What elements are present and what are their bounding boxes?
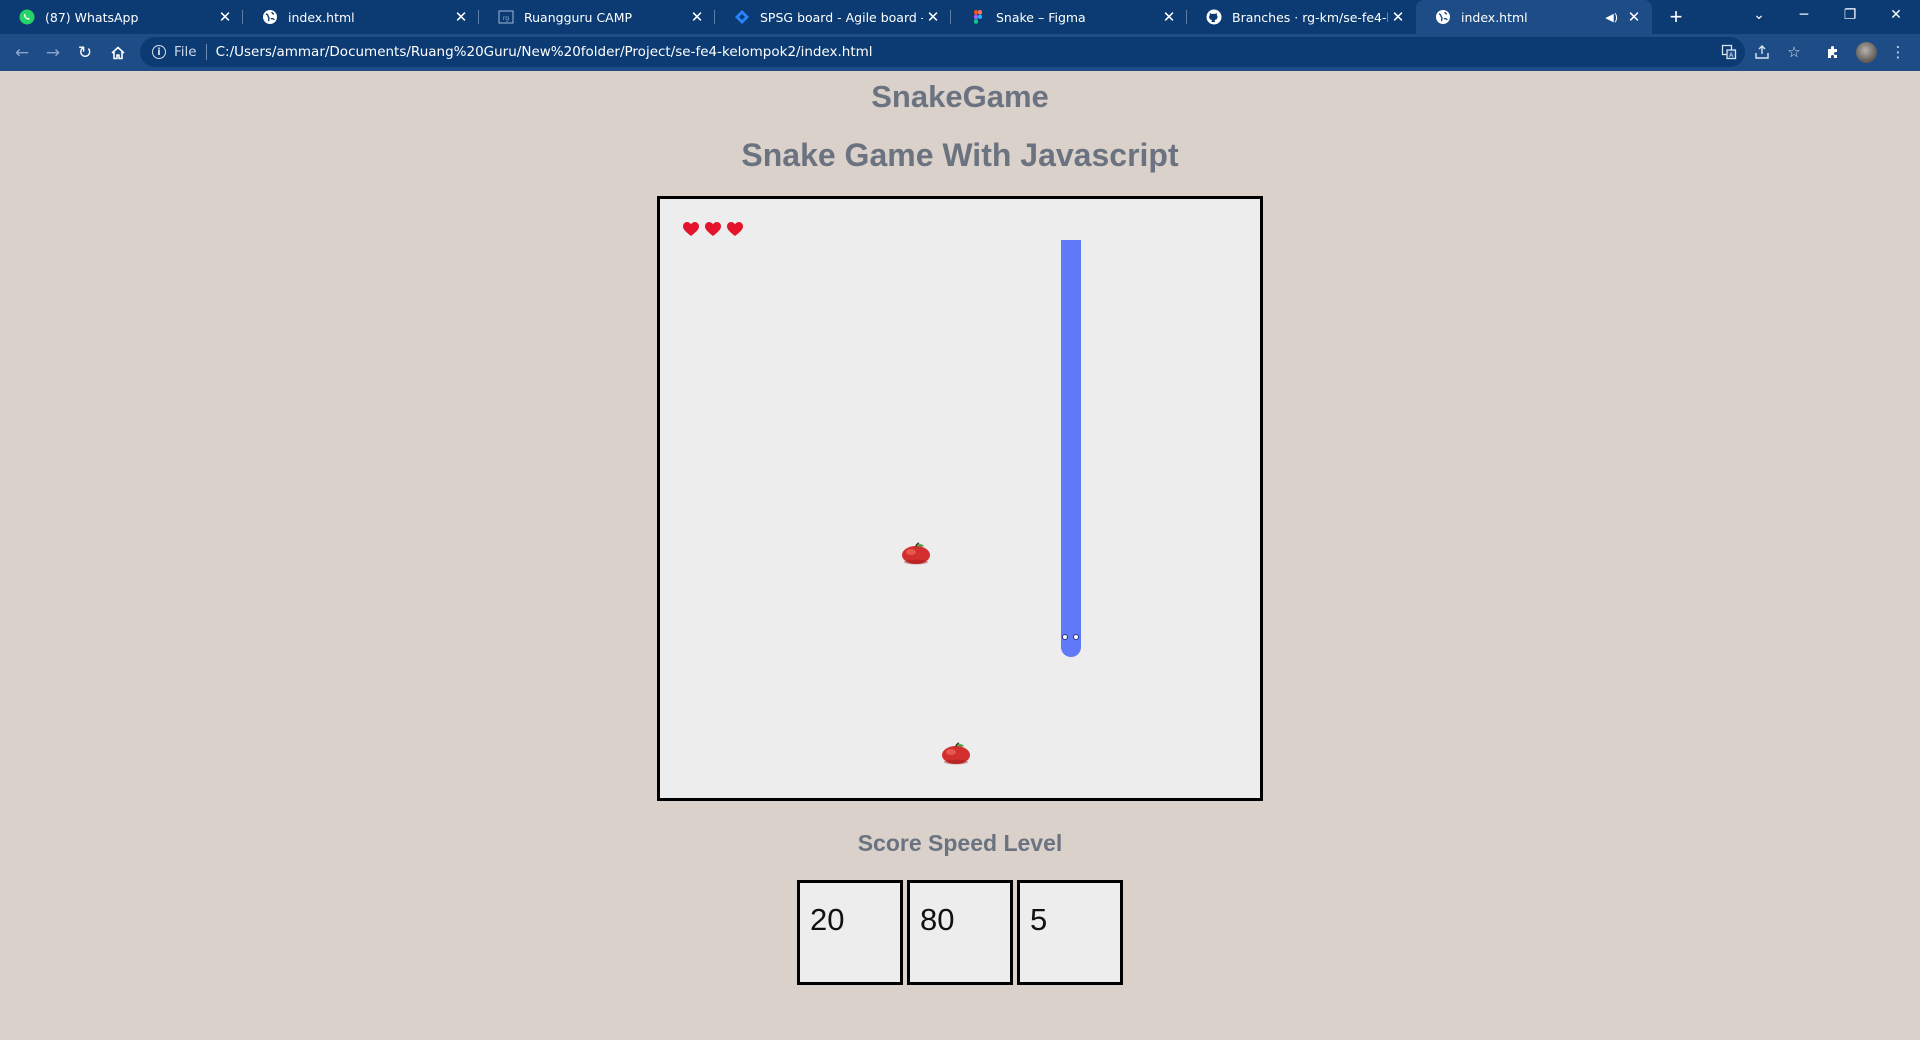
tab-index-html[interactable]: index.html ✕ xyxy=(243,0,479,34)
close-icon[interactable]: ✕ xyxy=(215,7,235,27)
stats-heading: Score Speed Level xyxy=(857,830,1063,856)
new-tab-button[interactable]: + xyxy=(1662,3,1690,31)
tab-title: Ruangguru CAMP xyxy=(524,9,633,25)
speed-value: 80 xyxy=(920,902,955,937)
close-icon[interactable]: ✕ xyxy=(1388,7,1408,27)
speed-box: 80 xyxy=(907,880,1013,985)
tab-title: index.html xyxy=(1461,9,1528,25)
share-icon[interactable] xyxy=(1752,42,1772,62)
globe-icon xyxy=(262,9,278,25)
whatsapp-icon xyxy=(19,9,35,25)
address-bar[interactable]: i File C:/Users/ammar/Documents/Ruang%20… xyxy=(140,37,1745,67)
tab-whatsapp[interactable]: (87) WhatsApp ✕ xyxy=(0,0,243,34)
globe-icon xyxy=(1435,9,1451,25)
reload-icon[interactable]: ↻ xyxy=(71,39,99,67)
close-icon[interactable]: ✕ xyxy=(1624,7,1644,27)
translate-icon[interactable]: A xyxy=(1719,42,1739,62)
tab-github-branches[interactable]: Branches · rg-km/se-fe4-kelompok2 ✕ xyxy=(1187,0,1416,34)
score-value: 20 xyxy=(810,902,845,937)
tab-strip: (87) WhatsApp ✕ index.html ✕ rg Ruanggur… xyxy=(0,0,1920,34)
jira-icon xyxy=(734,9,750,25)
profile-avatar[interactable] xyxy=(1856,42,1877,63)
snake-head xyxy=(1061,631,1081,657)
heart-icon xyxy=(705,222,721,236)
page-title: SnakeGame xyxy=(871,79,1049,114)
tab-title: (87) WhatsApp xyxy=(45,9,139,25)
level-value: 5 xyxy=(1030,902,1048,937)
score-box: 20 xyxy=(797,880,903,985)
tab-ruangguru-camp[interactable]: rg Ruangguru CAMP ✕ xyxy=(479,0,715,34)
apple-icon xyxy=(902,542,930,565)
github-icon xyxy=(1206,9,1222,25)
address-scheme: File xyxy=(174,44,197,60)
level-box: 5 xyxy=(1017,880,1123,985)
lives-indicator xyxy=(682,221,744,237)
restore-button[interactable]: ❐ xyxy=(1827,0,1873,30)
game-board[interactable] xyxy=(657,196,1263,801)
close-icon[interactable]: ✕ xyxy=(687,7,707,27)
snake-eye xyxy=(1062,634,1068,640)
address-url: C:/Users/ammar/Documents/Ruang%20Guru/Ne… xyxy=(215,44,873,60)
tab-title: Snake – Figma xyxy=(996,9,1086,25)
browser-toolbar: ← → ↻ i File C:/Users/ammar/Documents/Ru… xyxy=(0,34,1920,71)
close-icon[interactable]: ✕ xyxy=(1159,7,1179,27)
close-icon[interactable]: ✕ xyxy=(451,7,471,27)
extensions-puzzle-icon[interactable] xyxy=(1823,42,1843,62)
info-icon[interactable]: i xyxy=(152,45,166,59)
tab-title: Branches · rg-km/se-fe4-kelompok2 xyxy=(1232,9,1388,25)
bookmark-star-icon[interactable]: ☆ xyxy=(1784,42,1804,62)
close-window-button[interactable]: ✕ xyxy=(1873,0,1919,30)
tab-jira[interactable]: SPSG board - Agile board - Jira ✕ xyxy=(715,0,951,34)
heart-icon xyxy=(727,222,743,236)
apple-icon xyxy=(942,742,970,765)
ruangguru-icon: rg xyxy=(498,9,514,25)
snake-body xyxy=(1061,240,1081,640)
minimize-button[interactable]: ─ xyxy=(1781,0,1827,30)
snake-eye xyxy=(1073,634,1079,640)
home-icon[interactable] xyxy=(104,39,132,67)
tab-title: index.html xyxy=(288,9,355,25)
tab-search-icon[interactable]: ⌄ xyxy=(1736,0,1782,30)
heart-icon xyxy=(683,222,699,236)
forward-arrow-icon[interactable]: → xyxy=(39,39,67,67)
speaker-icon[interactable]: ◀) xyxy=(1605,11,1618,24)
back-arrow-icon[interactable]: ← xyxy=(8,39,36,67)
figma-icon xyxy=(970,9,986,25)
page-content: SnakeGame Snake Game With Javascript Sco… xyxy=(0,71,1920,1040)
close-icon[interactable]: ✕ xyxy=(923,7,943,27)
tab-title: SPSG board - Agile board - Jira xyxy=(760,9,923,25)
tab-index-html-active[interactable]: index.html ◀) ✕ xyxy=(1416,0,1652,34)
page-subtitle: Snake Game With Javascript xyxy=(741,137,1179,173)
menu-dots-icon[interactable]: ⋮ xyxy=(1888,42,1908,62)
tab-figma[interactable]: Snake – Figma ✕ xyxy=(951,0,1187,34)
svg-text:rg: rg xyxy=(503,15,509,22)
